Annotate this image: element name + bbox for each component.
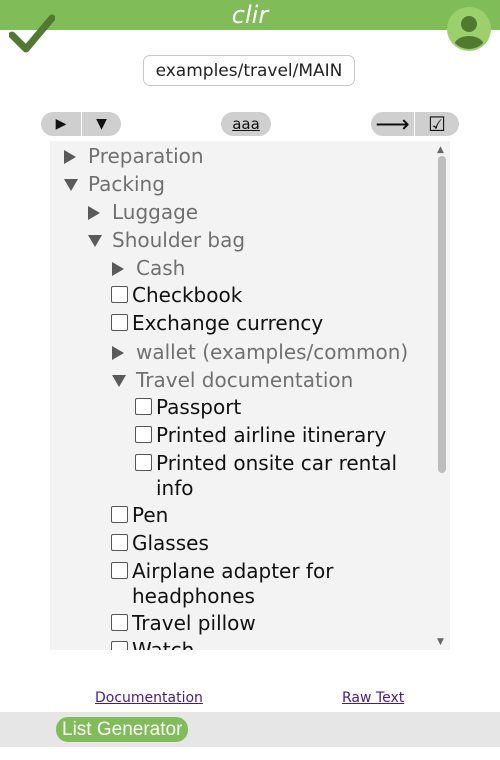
tree-item-glasses: Glasses: [111, 531, 209, 556]
collapse-all-button[interactable]: ▼: [82, 112, 121, 136]
tree-item-label: Airplane adapter for headphones: [132, 559, 334, 608]
task-checkbox[interactable]: [135, 454, 152, 471]
font-size-button[interactable]: aaa: [221, 112, 271, 136]
tree-item-preparation[interactable]: Preparation: [64, 144, 204, 169]
tree-item-packing[interactable]: Packing: [64, 172, 165, 197]
tree-item-travel-pillow: Travel pillow: [111, 611, 256, 636]
raw-text-link[interactable]: Raw Text: [342, 690, 404, 706]
expand-triangle-icon[interactable]: [112, 262, 124, 276]
tree-item-checkbook: Checkbook: [111, 283, 242, 308]
task-checkbox[interactable]: [135, 426, 152, 443]
list-path-input[interactable]: [143, 55, 355, 86]
tree-item-label: Glasses: [132, 531, 209, 555]
tree-item-label: Passport: [156, 395, 242, 419]
user-avatar-icon[interactable]: [446, 6, 492, 52]
scroll-up-arrow-icon[interactable]: ▲: [437, 145, 444, 155]
documentation-link[interactable]: Documentation: [95, 690, 203, 706]
task-checkbox[interactable]: [111, 562, 128, 579]
task-checkbox[interactable]: [111, 506, 128, 523]
tree-item-label: Pen: [132, 503, 169, 527]
check-icon[interactable]: [9, 14, 55, 54]
toggle-checkboxes-button[interactable]: ☑: [415, 112, 459, 136]
tree-item-luggage[interactable]: Luggage: [88, 200, 198, 225]
checklist-tree: Preparation Packing Luggage Shoulder bag…: [50, 141, 450, 650]
next-item-button[interactable]: ⟶: [371, 110, 414, 138]
tree-item-label: Cash: [136, 256, 186, 280]
play-icon: ▶: [55, 116, 67, 132]
collapse-triangle-icon[interactable]: [64, 179, 78, 191]
tree-item-label: Printed onsite car rental info: [156, 451, 398, 500]
expand-all-button[interactable]: ▶: [41, 112, 81, 136]
tree-item-label: Packing: [88, 172, 165, 196]
tree-item-label: Checkbook: [132, 283, 243, 307]
task-checkbox[interactable]: [111, 314, 128, 331]
tree-item-label: Preparation: [88, 144, 204, 168]
tree-item-label: Watch: [132, 638, 195, 650]
tree-item-pen: Pen: [111, 503, 168, 528]
task-checkbox[interactable]: [111, 286, 128, 303]
collapse-triangle-icon[interactable]: [112, 375, 126, 387]
font-size-label: aaa: [232, 115, 260, 133]
task-checkbox[interactable]: [111, 614, 128, 631]
expand-triangle-icon[interactable]: [64, 150, 76, 164]
tree-item-travel-documentation[interactable]: Travel documentation: [112, 368, 353, 393]
tree-item-passport: Passport: [135, 395, 241, 420]
tree-item-label: Shoulder bag: [112, 228, 246, 252]
tree-item-car-rental-info: Printed onsite car rental info: [135, 451, 435, 501]
tree-item-label: Printed airline itinerary: [156, 423, 387, 447]
expand-triangle-icon[interactable]: [112, 346, 124, 360]
app-title: clir: [231, 1, 269, 29]
collapse-triangle-icon[interactable]: [88, 235, 102, 247]
list-generator-button[interactable]: List Generator: [56, 717, 189, 742]
tree-item-cash[interactable]: Cash: [112, 256, 185, 281]
tree-item-airplane-adapter: Airplane adapter for headphones: [111, 559, 401, 609]
tree-item-exchange-currency: Exchange currency: [111, 311, 323, 336]
task-checkbox[interactable]: [111, 641, 128, 650]
checkbox-icon: ☑: [428, 112, 446, 136]
app-header: clir: [0, 0, 500, 30]
task-checkbox[interactable]: [111, 534, 128, 551]
tree-item-label: Travel documentation: [136, 368, 354, 392]
tree-item-watch: Watch: [111, 638, 194, 650]
tree-item-label: Exchange currency: [132, 311, 324, 335]
tree-item-label: Luggage: [112, 200, 199, 224]
arrow-right-icon: ⟶: [375, 110, 410, 138]
triangle-down-icon: ▼: [96, 116, 107, 132]
tree-item-airline-itinerary: Printed airline itinerary: [135, 423, 386, 448]
tree-item-shoulder-bag[interactable]: Shoulder bag: [88, 228, 245, 253]
scroll-down-arrow-icon[interactable]: ▼: [437, 637, 444, 647]
tree-item-label: Travel pillow: [132, 611, 256, 635]
expand-triangle-icon[interactable]: [88, 206, 100, 220]
scrollbar-thumb[interactable]: [438, 156, 446, 473]
tree-item-wallet[interactable]: wallet (examples/common): [112, 340, 408, 365]
task-checkbox[interactable]: [135, 398, 152, 415]
tree-item-label: wallet (examples/common): [136, 340, 409, 364]
